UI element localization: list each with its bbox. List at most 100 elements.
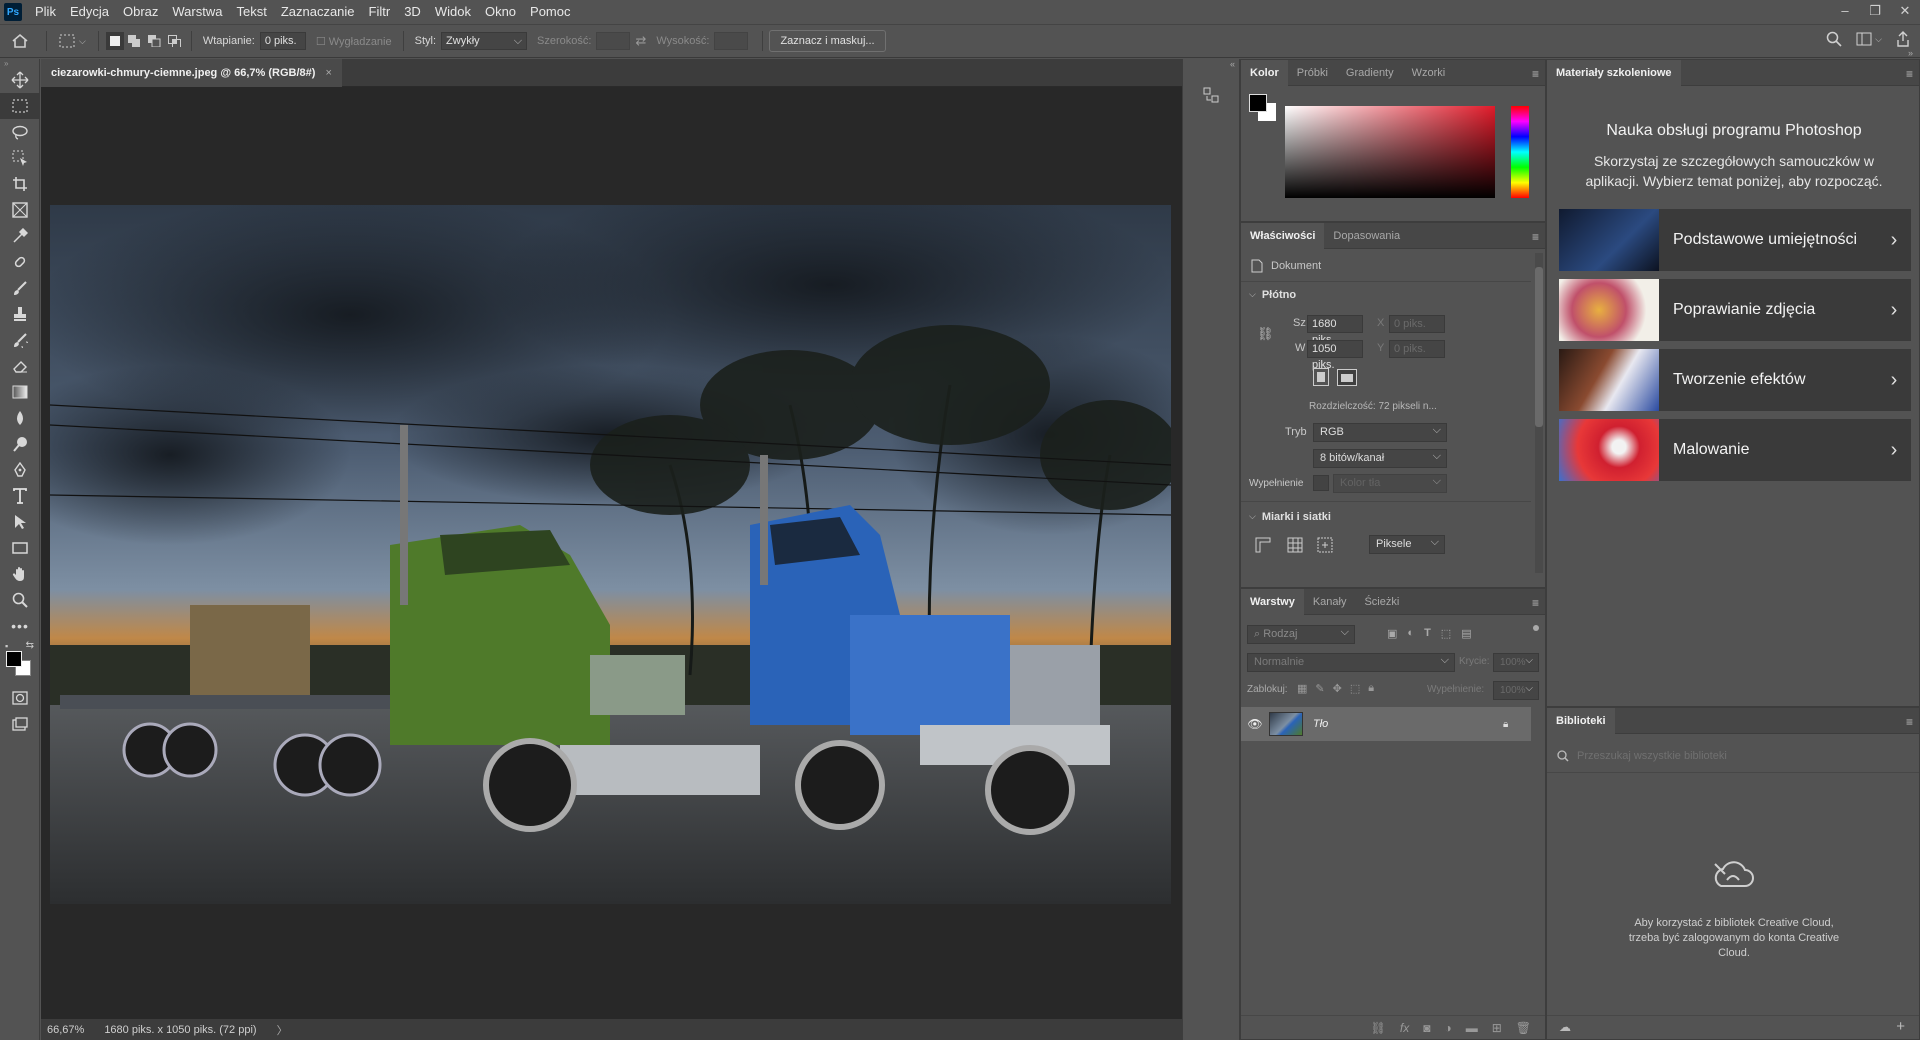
grid-icon[interactable] [1287, 537, 1303, 556]
portrait-orientation-icon[interactable] [1313, 368, 1329, 386]
new-layer-icon[interactable]: ⊞ [1492, 1021, 1502, 1035]
canvas-section-header[interactable]: ⌵ Płótno [1249, 289, 1296, 301]
y-input[interactable]: 0 piks. [1389, 340, 1445, 358]
tab-gradients[interactable]: Gradienty [1337, 60, 1403, 86]
add-selection-icon[interactable] [126, 32, 144, 50]
history-brush-tool-icon[interactable] [0, 327, 40, 353]
intersect-selection-icon[interactable] [166, 32, 184, 50]
layer-name[interactable]: Tło [1313, 718, 1503, 730]
eraser-tool-icon[interactable] [0, 353, 40, 379]
filter-toggle[interactable] [1533, 625, 1539, 631]
share-icon[interactable] [1896, 31, 1910, 47]
object-selection-tool-icon[interactable] [0, 145, 40, 171]
foreground-color-swatch[interactable] [6, 651, 22, 667]
lock-artboard-icon[interactable]: ⬚ [1350, 682, 1360, 695]
zoom-tool-icon[interactable] [0, 587, 40, 613]
adjustment-layer-icon[interactable]: ◑ [1444, 1021, 1451, 1035]
bit-depth-select[interactable]: 8 bitów/kanał [1313, 448, 1447, 468]
toolbar-collapse-icon[interactable]: » [0, 59, 39, 68]
feather-input[interactable]: 0 piks. [259, 32, 306, 50]
path-selection-tool-icon[interactable] [0, 509, 40, 535]
screen-mode-icon[interactable] [0, 711, 40, 737]
menu-edit[interactable]: Edycja [63, 0, 116, 24]
style-select[interactable]: Zwykły ⌵ [441, 32, 528, 50]
lasso-tool-icon[interactable] [0, 119, 40, 145]
height-input[interactable] [714, 32, 749, 50]
menu-filter[interactable]: Filtr [362, 0, 398, 24]
landscape-orientation-icon[interactable] [1337, 369, 1357, 386]
frame-tool-icon[interactable] [0, 197, 40, 223]
new-group-icon[interactable]: ▬ [1466, 1021, 1478, 1035]
lock-all-icon[interactable]: 🔒︎ [1368, 682, 1374, 695]
color-field[interactable] [1285, 106, 1495, 198]
minimize-button[interactable]: – [1830, 0, 1860, 24]
hue-slider[interactable] [1511, 106, 1529, 198]
menu-file[interactable]: Plik [28, 0, 63, 24]
pen-tool-icon[interactable] [0, 457, 40, 483]
tab-libraries[interactable]: Biblioteki [1547, 707, 1615, 734]
lock-transparent-icon[interactable]: ▦ [1297, 682, 1307, 695]
history-panel-icon[interactable] [1191, 79, 1231, 111]
fill-input[interactable]: 100% [1493, 680, 1539, 700]
x-input[interactable]: 0 piks. [1389, 315, 1445, 333]
delete-layer-icon[interactable]: 🗑︎ [1516, 1021, 1531, 1035]
blend-mode-select[interactable]: Normalnie [1247, 652, 1455, 672]
healing-brush-tool-icon[interactable] [0, 249, 40, 275]
fill-color-swatch[interactable] [1313, 475, 1329, 491]
filter-shape-icon[interactable]: ⬚ [1441, 627, 1451, 640]
panel-menu-icon[interactable]: ≡ [1906, 715, 1913, 729]
restore-button[interactable]: ❐ [1860, 0, 1890, 24]
swap-icon[interactable]: ⇄ [635, 33, 646, 49]
marquee-preset-icon[interactable]: ⌵ [59, 34, 86, 48]
add-library-icon[interactable]: + [1896, 1018, 1905, 1035]
fg-bg-swatch[interactable] [1249, 94, 1277, 122]
rulers-section-header[interactable]: ⌵ Miarki i siatki [1249, 511, 1331, 523]
quick-mask-icon[interactable] [0, 685, 40, 711]
gradient-tool-icon[interactable] [0, 379, 40, 405]
default-colors-icon[interactable]: ▪ [5, 641, 8, 651]
guides-icon[interactable] [1317, 537, 1333, 556]
cloud-sync-icon[interactable]: ☁︎ [1559, 1020, 1571, 1034]
learn-card-painting[interactable]: Malowanie › [1559, 419, 1911, 481]
move-tool-icon[interactable] [0, 67, 40, 93]
learn-card-basics[interactable]: Podstawowe umiejętności › [1559, 209, 1911, 271]
menu-type[interactable]: Tekst [229, 0, 273, 24]
close-tab-icon[interactable]: × [325, 59, 331, 87]
panel-menu-icon[interactable]: ≡ [1532, 67, 1539, 81]
tab-channels[interactable]: Kanały [1304, 589, 1356, 615]
workspace-icon[interactable]: ⌵ [1856, 32, 1882, 46]
antialias-checkbox[interactable]: ☐ Wygładzanie [316, 35, 392, 48]
ruler-icon[interactable] [1255, 537, 1271, 556]
lock-image-icon[interactable]: ✎ [1315, 682, 1324, 695]
tab-patterns[interactable]: Wzorki [1403, 60, 1455, 86]
lock-position-icon[interactable]: ✥ [1333, 682, 1342, 695]
filter-smart-icon[interactable]: ▤ [1461, 627, 1471, 640]
close-window-button[interactable]: ✕ [1890, 0, 1920, 24]
tab-color[interactable]: Kolor [1241, 59, 1288, 86]
search-icon[interactable] [1826, 31, 1842, 47]
width-input[interactable] [596, 32, 631, 50]
visibility-eye-icon[interactable]: 👁︎ [1241, 717, 1269, 731]
select-and-mask-button[interactable]: Zaznacz i maskuj... [769, 30, 886, 52]
subtract-selection-icon[interactable] [146, 32, 164, 50]
add-mask-icon[interactable]: ◙ [1423, 1021, 1430, 1035]
canvas-image[interactable] [50, 205, 1171, 904]
tab-swatches[interactable]: Próbki [1288, 60, 1337, 86]
fill-select[interactable]: Kolor tła [1333, 473, 1447, 493]
menu-view[interactable]: Widok [428, 0, 478, 24]
menu-window[interactable]: Okno [478, 0, 523, 24]
dodge-tool-icon[interactable] [0, 431, 40, 457]
mode-select[interactable]: RGB [1313, 422, 1447, 442]
menu-3d[interactable]: 3D [397, 0, 428, 24]
panel-collapse-icon[interactable]: « [1230, 59, 1235, 69]
link-layers-icon[interactable]: ⛓ [1371, 1021, 1386, 1035]
properties-scrollbar[interactable] [1535, 253, 1543, 573]
filter-adjustment-icon[interactable]: ◐ [1407, 627, 1414, 640]
swap-colors-icon[interactable]: ⇆ [26, 640, 34, 651]
zoom-level[interactable]: 66,67% [47, 1024, 84, 1036]
status-arrow-icon[interactable]: 〉 [277, 1022, 288, 1038]
height-input[interactable]: 1050 piks. [1307, 340, 1363, 371]
tab-properties[interactable]: Właściwości [1241, 222, 1325, 249]
layer-row[interactable]: 👁︎ Tło 🔒︎ [1241, 707, 1531, 741]
tab-adjustments[interactable]: Dopasowania [1324, 223, 1409, 249]
